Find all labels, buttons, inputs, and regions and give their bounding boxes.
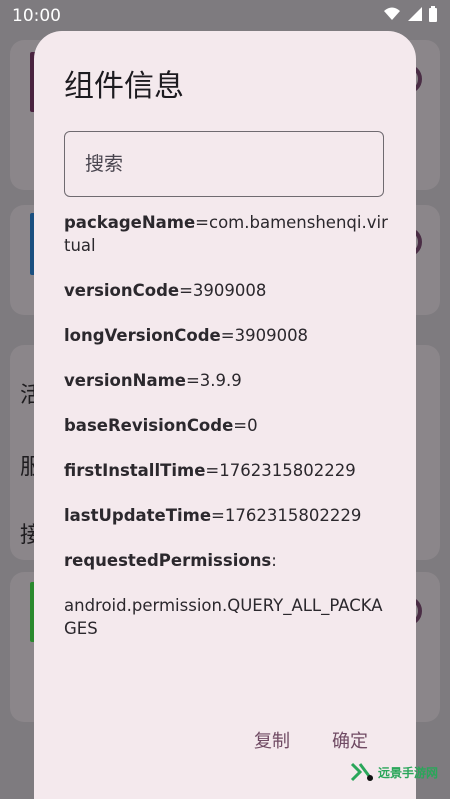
copy-button[interactable]: 复制: [254, 727, 290, 753]
info-list: packageName=com.bamenshenqi.virtual vers…: [64, 211, 389, 640]
info-row: baseRevisionCode=0: [64, 414, 389, 437]
info-row: packageName=com.bamenshenqi.virtual: [64, 211, 389, 257]
field-key: versionCode: [64, 281, 180, 300]
field-key: requestedPermissions: [64, 551, 272, 570]
info-row: versionName=3.9.9: [64, 369, 389, 392]
field-value: =1762315802229: [205, 461, 356, 480]
field-value: =1762315802229: [211, 506, 362, 525]
signal-icon: [408, 7, 422, 21]
dialog-title: 组件信息: [64, 69, 184, 104]
dialog-actions: 复制 确定: [254, 727, 368, 753]
status-icons: [384, 6, 438, 22]
search-field[interactable]: [64, 131, 384, 197]
search-input[interactable]: [65, 132, 383, 196]
component-info-dialog: 组件信息 packageName=com.bamenshenqi.virtual…: [34, 31, 416, 799]
battery-icon: [429, 6, 437, 22]
confirm-button[interactable]: 确定: [332, 727, 368, 753]
field-key: baseRevisionCode: [64, 416, 234, 435]
field-value: =3.9.9: [185, 371, 242, 390]
field-value: =3909008: [220, 326, 309, 345]
wifi-icon: [384, 7, 400, 20]
field-key: versionName: [64, 371, 186, 390]
info-row: requestedPermissions:: [64, 549, 389, 572]
status-bar: 10:00: [0, 0, 450, 32]
info-row: firstInstallTime=1762315802229: [64, 459, 389, 482]
field-value: =0: [233, 416, 258, 435]
info-row: versionCode=3909008: [64, 279, 389, 302]
info-row: longVersionCode=3909008: [64, 324, 389, 347]
watermark: 远景手游网: [350, 762, 438, 782]
watermark-logo-icon: [350, 762, 374, 782]
field-key: firstInstallTime: [64, 461, 206, 480]
permission-item: android.permission.QUERY_ALL_PACKAGES: [64, 596, 383, 638]
field-key: longVersionCode: [64, 326, 221, 345]
field-value: =3909008: [179, 281, 267, 300]
field-key: lastUpdateTime: [64, 506, 212, 525]
field-value: :: [271, 551, 277, 570]
field-key: packageName: [64, 213, 196, 232]
info-row: lastUpdateTime=1762315802229: [64, 504, 389, 527]
status-time: 10:00: [12, 6, 61, 26]
watermark-text: 远景手游网: [378, 765, 439, 780]
